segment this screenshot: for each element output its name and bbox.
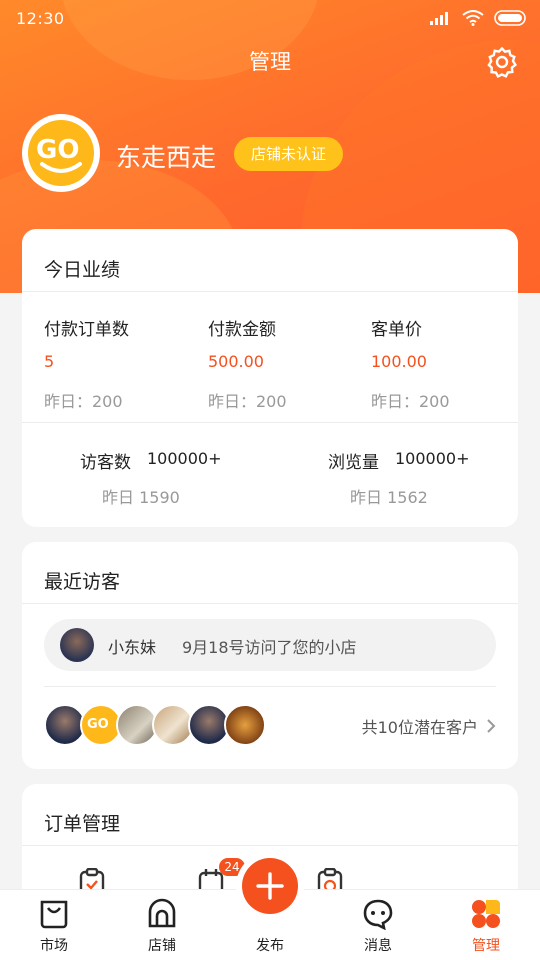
- logo-text: GO: [87, 717, 109, 732]
- divider: [44, 686, 496, 687]
- store-logo[interactable]: GO: [22, 114, 100, 192]
- card-title: 订单管理: [44, 813, 121, 835]
- today-performance-card: 今日业绩 付款订单数 5 昨日：200 付款金额 500.00 昨日：200 客…: [22, 229, 518, 527]
- tab-store[interactable]: 店铺: [108, 890, 216, 960]
- metric-label: 付款金额: [208, 320, 276, 340]
- battery-icon: [494, 10, 526, 26]
- logo-text: GO: [36, 135, 79, 165]
- chevron-right-icon: [487, 719, 496, 733]
- visitor-avatar: [224, 704, 266, 746]
- status-bar: 12:30: [0, 0, 540, 38]
- traffic-value: 100000+: [395, 449, 470, 468]
- status-icons: [430, 10, 526, 26]
- go-logo-icon: GO: [84, 708, 118, 742]
- tab-manage[interactable]: 管理: [432, 890, 540, 960]
- traffic-label: 浏览量: [328, 453, 379, 473]
- wifi-icon: [462, 10, 484, 26]
- page-title: 管理: [249, 50, 291, 74]
- traffic-label: 访客数: [80, 453, 131, 473]
- metric-value: 500.00: [208, 352, 264, 371]
- publish-button[interactable]: [242, 858, 298, 914]
- tab-label: 管理: [472, 938, 500, 954]
- divider: [22, 603, 518, 604]
- bag-icon: [40, 900, 68, 929]
- go-logo-icon: GO: [28, 120, 94, 186]
- metric-label: 客单价: [371, 320, 422, 340]
- chat-icon: [363, 899, 393, 930]
- signal-icon: [430, 12, 448, 25]
- metric-value: 100.00: [371, 352, 427, 371]
- metric-yesterday: 昨日：200: [208, 392, 287, 411]
- settings-gear-icon[interactable]: [486, 46, 518, 78]
- store-name: 东走西走: [116, 143, 217, 172]
- tab-market[interactable]: 市场: [0, 890, 108, 960]
- recent-visitors-card: 最近访客 小东妹 9月18号访问了您的小店 GO 共10位潜在客户: [22, 542, 518, 769]
- visitor-avatar: [60, 628, 94, 662]
- tab-label: 发布: [256, 938, 284, 954]
- visitor-name: 小东妹: [108, 638, 157, 657]
- divider: [22, 291, 518, 292]
- visitor-message: 9月18号访问了您的小店: [182, 638, 357, 657]
- potential-customers-link[interactable]: 共10位潜在客户: [362, 714, 496, 738]
- metric-yesterday: 昨日：200: [44, 392, 123, 411]
- status-time: 12:30: [16, 9, 65, 28]
- verify-status-badge[interactable]: 店铺未认证: [234, 137, 344, 171]
- tab-messages[interactable]: 消息: [324, 890, 432, 960]
- tab-label: 消息: [364, 938, 392, 954]
- card-title: 今日业绩: [44, 259, 121, 281]
- traffic-yesterday: 昨日 1590: [102, 488, 180, 507]
- order-count-badge: 24: [219, 858, 245, 876]
- tab-label: 店铺: [148, 938, 176, 954]
- traffic-value: 100000+: [147, 449, 222, 468]
- tab-label: 市场: [40, 938, 68, 954]
- divider: [22, 845, 518, 846]
- grid-icon: [472, 900, 500, 928]
- store-icon: [148, 898, 176, 928]
- metric-yesterday: 昨日：200: [371, 392, 450, 411]
- metric-label: 付款订单数: [44, 320, 129, 340]
- divider: [22, 422, 518, 423]
- latest-visitor-item[interactable]: 小东妹 9月18号访问了您的小店: [44, 619, 496, 671]
- metric-value: 5: [44, 352, 55, 371]
- traffic-yesterday: 昨日 1562: [350, 488, 428, 507]
- card-title: 最近访客: [44, 571, 121, 593]
- plus-icon: [256, 872, 284, 900]
- potential-customers-label: 共10位潜在客户: [361, 718, 478, 737]
